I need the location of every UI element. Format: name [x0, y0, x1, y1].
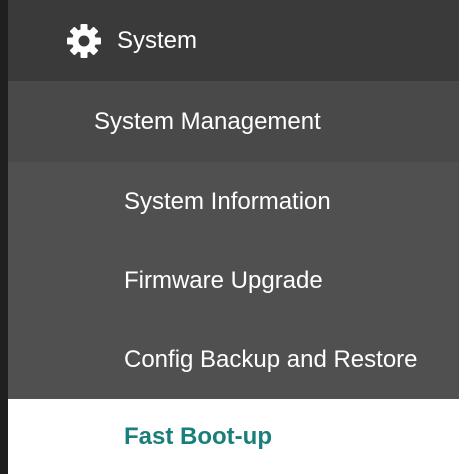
sidebar-item-label: Firmware Upgrade	[124, 266, 323, 294]
sidebar-item-label: Config Backup and Restore	[124, 345, 418, 373]
sidebar-group-label: System Management	[94, 107, 321, 135]
sidebar-item-config-backup-and-restore[interactable]: Config Backup and Restore	[8, 320, 459, 399]
navigation-sidebar: System System Management System Informat…	[0, 0, 459, 474]
sidebar-group-system-management[interactable]: System Management	[8, 81, 459, 162]
sidebar-item-label: System Information	[124, 187, 331, 215]
sidebar-edge	[0, 0, 8, 474]
sidebar-item-system-information[interactable]: System Information	[8, 162, 459, 241]
gear-icon	[65, 22, 103, 60]
sidebar-section-label: System	[117, 26, 198, 54]
sidebar-item-label: Fast Boot-up	[124, 422, 272, 450]
sidebar-item-fast-boot-up[interactable]: Fast Boot-up	[8, 399, 459, 474]
sidebar-section-system[interactable]: System	[8, 0, 459, 81]
sidebar-item-firmware-upgrade[interactable]: Firmware Upgrade	[8, 241, 459, 320]
